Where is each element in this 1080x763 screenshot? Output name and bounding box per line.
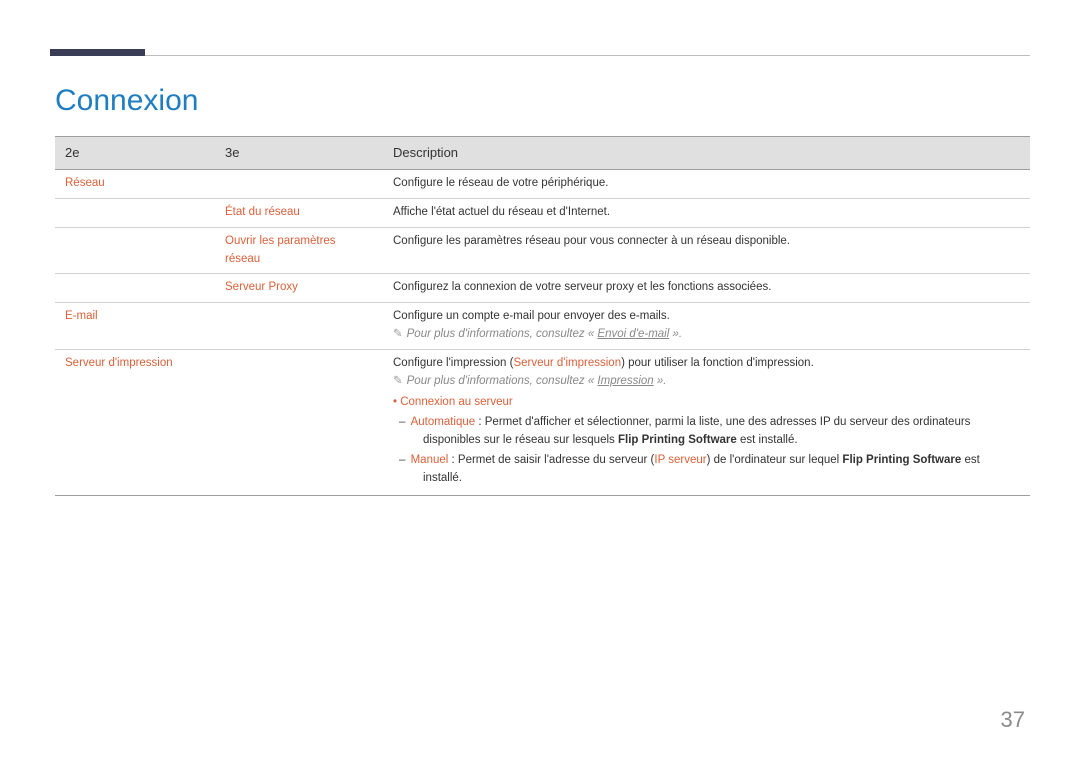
table-header-row: 2e 3e Description [55,137,1030,170]
row-serveur-impression: Serveur d'impression Configure l'impress… [55,349,1030,495]
label-ouvrir-parametres: Ouvrir les paramètres réseau [225,235,336,265]
list-connection-modes: Automatique : Permet d'afficher et sélec… [393,414,1020,487]
label-automatique: Automatique [411,416,476,428]
desc-reseau: Configure le réseau de votre périphériqu… [383,170,1030,199]
label-serveur-proxy: Serveur Proxy [225,281,298,293]
note-email: ✎ Pour plus d'informations, consultez « E… [393,328,682,340]
header-level-3: 3e [215,137,383,170]
list-server-connection: Connexion au serveur Automatique : Perme… [393,394,1020,487]
tail-automatique: est installé. [737,434,798,446]
label-email: E-mail [65,310,98,322]
text-manuel-2: ) de l'ordinateur sur lequel [707,454,843,466]
label-reseau: Réseau [65,177,105,189]
link-impression[interactable]: Impression [597,375,653,387]
note-impression: ✎ Pour plus d'informations, consultez « I… [393,375,666,387]
desc-email-main: Configure un compte e-mail pour envoyer … [393,310,670,322]
note-email-prefix: Pour plus d'informations, consultez « [407,328,598,340]
pencil-icon: ✎ [393,375,403,387]
note-print-prefix: Pour plus d'informations, consultez « [407,375,598,387]
label-etat-reseau: État du réseau [225,206,300,218]
term-ip-serveur: IP serveur [654,454,706,466]
desc-etat-reseau: Affiche l'état actuel du réseau et d'Int… [383,198,1030,227]
row-ouvrir-parametres: Ouvrir les paramètres réseau Configure l… [55,227,1030,274]
item-connexion-serveur: Connexion au serveur Automatique : Perme… [393,394,1020,487]
section-marker [50,49,145,56]
header-level-2: 2e [55,137,215,170]
label-manuel: Manuel [411,454,449,466]
desc-serveur-proxy: Configurez la connexion de votre serveur… [383,274,1030,303]
pencil-icon: ✎ [393,328,403,340]
term-flip-software-1: Flip Printing Software [618,434,737,446]
item-manuel: Manuel : Permet de saisir l'adresse du s… [411,452,1020,488]
note-print-suffix: ». [654,375,667,387]
page-title: Connexion [55,84,1030,118]
settings-table: 2e 3e Description Réseau Configure le ré… [55,136,1030,496]
header-description: Description [383,137,1030,170]
link-envoi-email[interactable]: Envoi d'e-mail [597,328,669,340]
page-container: Connexion 2e 3e Description Réseau Confi… [0,0,1080,763]
item-automatique: Automatique : Permet d'afficher et sélec… [411,414,1020,450]
desc-ouvrir-parametres: Configure les paramètres réseau pour vou… [383,227,1030,274]
row-reseau: Réseau Configure le réseau de votre péri… [55,170,1030,199]
text-manuel-1: : Permet de saisir l'adresse du serveur … [448,454,654,466]
note-email-suffix: ». [669,328,682,340]
label-connexion-serveur: Connexion au serveur [400,396,513,408]
desc-print-before: Configure l'impression ( [393,357,513,369]
row-serveur-proxy: Serveur Proxy Configurez la connexion de… [55,274,1030,303]
desc-serveur-impression: Configure l'impression (Serveur d'impres… [383,349,1030,495]
page-number: 37 [1001,707,1025,733]
term-flip-software-2: Flip Printing Software [842,454,961,466]
header-divider [55,55,1030,56]
row-etat-reseau: État du réseau Affiche l'état actuel du … [55,198,1030,227]
row-email: E-mail Configure un compte e-mail pour e… [55,303,1030,350]
label-serveur-impression: Serveur d'impression [65,357,173,369]
desc-email: Configure un compte e-mail pour envoyer … [383,303,1030,350]
desc-print-after: ) pour utiliser la fonction d'impression… [621,357,814,369]
term-serveur-impression: Serveur d'impression [513,357,621,369]
